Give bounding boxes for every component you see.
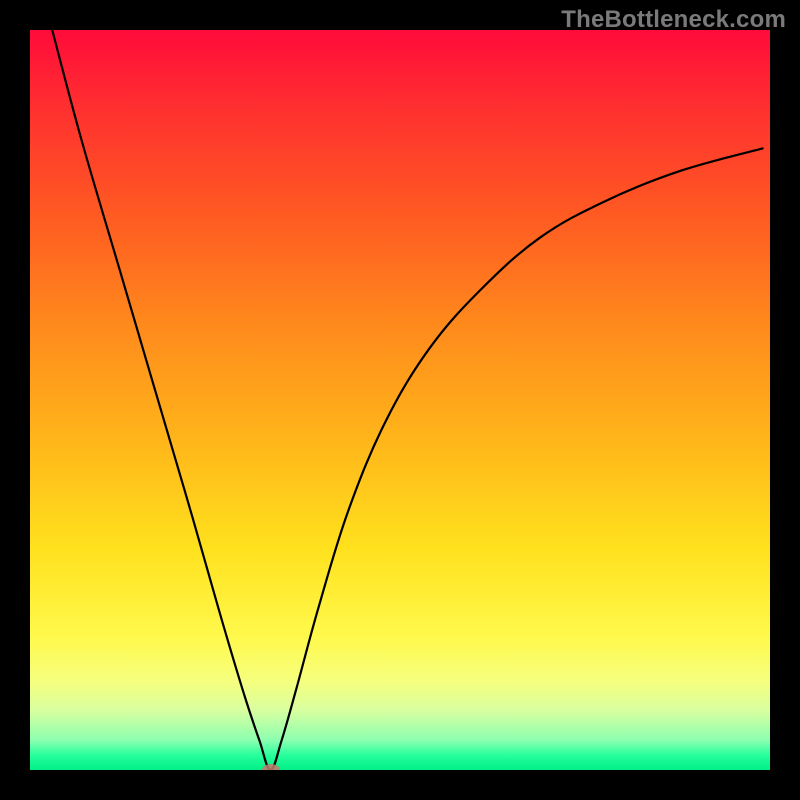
minimum-marker xyxy=(262,764,280,770)
curve-layer xyxy=(30,30,770,770)
watermark-text: TheBottleneck.com xyxy=(561,6,786,34)
bottleneck-curve xyxy=(52,30,762,770)
plot-area xyxy=(30,30,770,770)
chart-frame: TheBottleneck.com xyxy=(0,0,800,800)
